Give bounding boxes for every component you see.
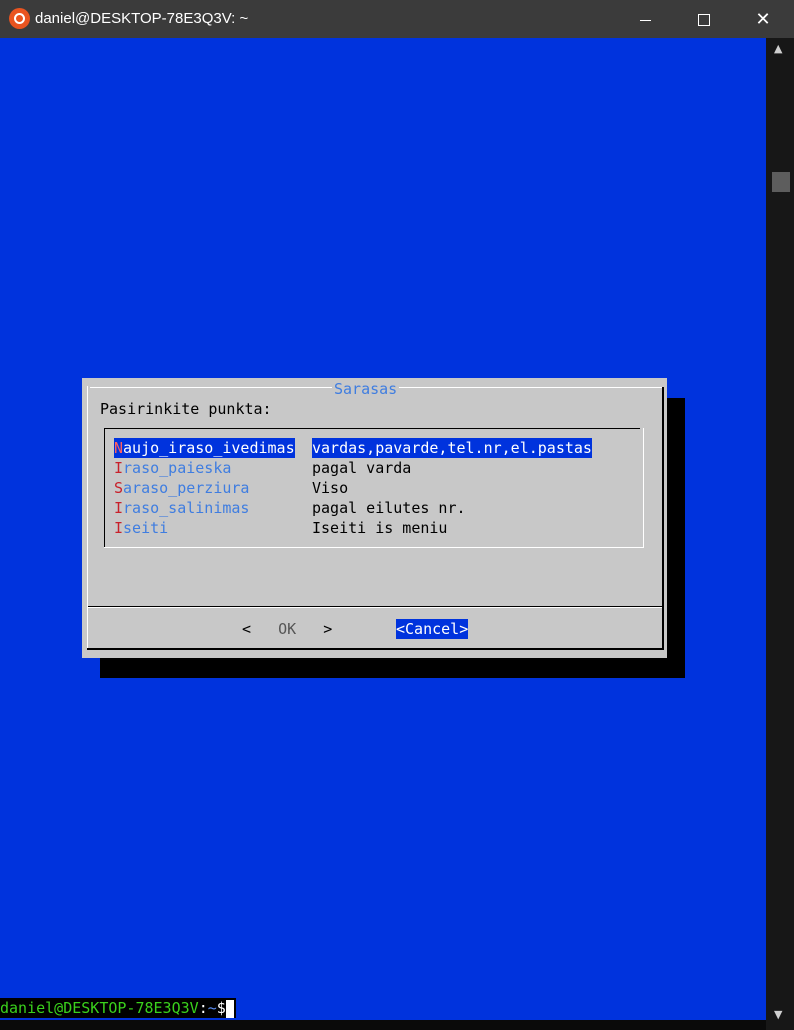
minimize-button[interactable] <box>616 0 674 38</box>
listbox-border-left <box>104 428 105 548</box>
menu-item-description: Iseiti is meniu <box>312 519 448 537</box>
dialog-title: Sarasas <box>332 379 400 399</box>
shell-prompt[interactable]: daniel@DESKTOP-78E3Q3V:~$ <box>0 998 236 1018</box>
menu-item-tag-rest: raso_salinimas <box>123 499 250 517</box>
menu-item-description: pagal varda <box>312 459 412 477</box>
scrollbar-thumb[interactable] <box>772 172 790 192</box>
menu-item-tag: Iraso_salinimas <box>114 498 249 518</box>
listbox-border-right <box>643 428 644 548</box>
scrollbar[interactable]: ▲ ▼ <box>766 38 794 1030</box>
menu-item-hotkey: I <box>114 519 124 537</box>
menu-item-description: pagal eilutes nr. <box>312 499 466 517</box>
ok-button[interactable]: < OK > <box>242 619 332 639</box>
menu-item-tag-rest: seiti <box>123 519 169 537</box>
menu-item-hotkey: I <box>114 499 124 517</box>
listbox-border-top <box>104 428 640 429</box>
ok-label: OK <box>278 620 297 638</box>
maximize-icon <box>698 14 710 27</box>
ok-bracket-left: < <box>242 620 252 638</box>
prompt-path: ~ <box>207 999 217 1017</box>
dialog-frame-left <box>87 386 88 650</box>
close-icon: ✕ <box>755 9 771 29</box>
dialog-frame-right <box>662 387 664 650</box>
menu-item-tag: Iraso_paieska <box>114 458 231 478</box>
text-cursor <box>225 999 234 1018</box>
button-separator-highlight <box>88 607 662 608</box>
menu-dialog: Sarasas Pasirinkite punkta: Naujo_iraso_… <box>82 378 667 658</box>
minimize-icon <box>639 19 651 21</box>
menu-item-tag: Naujo_iraso_ivedimas <box>114 438 295 458</box>
menu-item-tag: Saraso_perziura <box>114 478 249 498</box>
prompt-symbol: $ <box>216 999 226 1017</box>
scroll-down-icon[interactable]: ▼ <box>774 1008 782 1021</box>
dialog-prompt: Pasirinkite punkta: <box>100 400 272 418</box>
menu-item-description: Viso <box>312 479 349 497</box>
menu-item-tag-rest: araso_perziura <box>123 479 250 497</box>
prompt-colon: : <box>198 999 208 1017</box>
scroll-up-icon[interactable]: ▲ <box>774 42 782 55</box>
cancel-button[interactable]: <Cancel> <box>396 619 469 639</box>
menu-item-hotkey: N <box>114 439 124 457</box>
prompt-user-host: daniel@DESKTOP-78E3Q3V <box>0 999 199 1017</box>
ok-bracket-right: > <box>323 620 333 638</box>
close-button[interactable]: ✕ <box>734 0 792 38</box>
listbox-border-bottom <box>104 547 644 548</box>
menu-item-tag-rest: aujo_iraso_ivedimas <box>123 439 295 457</box>
menu-item-hotkey: S <box>114 479 124 497</box>
menu-item-tag: Iseiti <box>114 518 168 538</box>
menu-item-description: vardas,pavarde,tel.nr,el.pastas <box>312 438 592 458</box>
maximize-button[interactable] <box>675 0 733 38</box>
window-title-bar[interactable]: daniel@DESKTOP-78E3Q3V: ~ ✕ <box>0 0 794 38</box>
menu-item-hotkey: I <box>114 459 124 477</box>
dialog-frame-bottom <box>87 648 664 650</box>
menu-item-tag-rest: raso_paieska <box>123 459 232 477</box>
terminal-bottom-edge <box>0 1020 794 1030</box>
ubuntu-icon <box>9 8 30 29</box>
window-title: daniel@DESKTOP-78E3Q3V: ~ <box>35 10 249 27</box>
